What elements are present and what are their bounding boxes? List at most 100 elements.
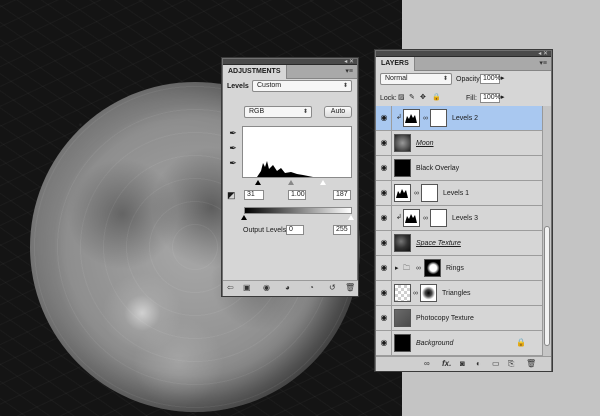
adjustments-tab-bar: ADJUSTMENTS ▾≡: [223, 65, 357, 79]
expand-view-icon[interactable]: ▣: [243, 283, 251, 293]
fill-arrow-icon[interactable]: ▸: [501, 93, 505, 102]
input-white-slider[interactable]: [320, 180, 326, 185]
tab-adjustments[interactable]: ADJUSTMENTS: [223, 65, 287, 79]
layer-name: Space Texture: [416, 240, 461, 247]
visibility-column: ◉: [376, 106, 392, 131]
layer-row-rings-group[interactable]: ◉ ▸ 🗀 ∞ Rings: [376, 256, 542, 281]
layer-name: Levels 1: [443, 190, 470, 197]
adjustment-type-label: Levels: [227, 83, 249, 90]
new-adjustment-icon[interactable]: ◐: [476, 359, 481, 369]
mask-thumbnail: [430, 109, 447, 127]
eye-icon[interactable]: ◉: [378, 338, 390, 348]
clip-arrow-icon: ↲: [396, 214, 402, 221]
histogram-graph: [257, 161, 313, 177]
input-black-field[interactable]: 31: [244, 190, 264, 200]
gray-eyedropper-icon[interactable]: ✒: [228, 142, 238, 154]
preset-dropdown[interactable]: Custom ⬍: [252, 80, 352, 92]
visibility-column: ◉: [376, 306, 392, 331]
visibility-eye-icon[interactable]: ◕: [285, 283, 290, 293]
input-gamma-slider[interactable]: [288, 180, 294, 185]
layer-row-space-texture[interactable]: ◉ Space Texture: [376, 231, 542, 256]
layer-row-background[interactable]: ◉ Background 🔒: [376, 331, 542, 356]
visibility-column: ◉: [376, 331, 392, 356]
auto-button[interactable]: Auto: [324, 106, 352, 118]
layer-row-moon[interactable]: ◉ Moon: [376, 131, 542, 156]
layer-row-levels-1[interactable]: ◉ ∞ Levels 1: [376, 181, 542, 206]
back-arrow-icon[interactable]: ⇦: [227, 283, 234, 293]
layer-name: Triangles: [442, 290, 471, 297]
layer-row-black-overlay[interactable]: ◉ Black Overlay: [376, 156, 542, 181]
layer-thumbnail: [394, 284, 411, 302]
chevron-updown-icon: ⬍: [442, 76, 448, 82]
lock-label: Lock:: [380, 95, 397, 102]
trash-icon[interactable]: 🗑: [345, 283, 355, 293]
layers-scrollbar[interactable]: [542, 106, 551, 356]
layer-row-triangles[interactable]: ◉ ∞ Triangles: [376, 281, 542, 306]
layer-row-levels-2[interactable]: ◉ ↲ ∞ Levels 2: [376, 106, 542, 131]
visibility-column: ◉: [376, 181, 392, 206]
eye-icon[interactable]: ◉: [378, 313, 390, 323]
output-white-field[interactable]: 255: [333, 225, 351, 235]
input-white-field[interactable]: 187: [333, 190, 351, 200]
clipping-icon[interactable]: ◩: [227, 191, 236, 200]
output-levels-label: Output Levels:: [243, 227, 289, 234]
black-eyedropper-icon[interactable]: ✒: [228, 127, 238, 139]
eye-icon[interactable]: ◉: [378, 188, 390, 198]
channel-value: RGB: [249, 108, 265, 115]
view-previous-icon[interactable]: ◔: [309, 283, 314, 293]
lock-icon: 🔒: [516, 338, 526, 347]
lock-transparent-icon[interactable]: ▨: [398, 93, 405, 102]
adjustments-footer: ⇦ ▣ ◉ ◕ ◔ ↺ 🗑: [223, 280, 358, 296]
layers-list: ◉ ↲ ∞ Levels 2 ◉ Moon ◉ Black Overlay ◉ …: [376, 106, 542, 356]
layer-name: Levels 3: [452, 215, 479, 222]
panel-menu-icon[interactable]: ▾≡: [539, 60, 547, 68]
layer-row-photocopy-texture[interactable]: ◉ Photocopy Texture: [376, 306, 542, 331]
link-icon: ∞: [423, 215, 428, 222]
eye-icon[interactable]: ◉: [378, 213, 390, 223]
adjustment-thumbnail: [394, 184, 411, 202]
lock-paint-icon[interactable]: ✎: [409, 93, 415, 102]
layer-style-icon[interactable]: fx.: [442, 359, 451, 369]
link-icon: ∞: [414, 190, 419, 197]
link-layers-icon[interactable]: ∞: [424, 359, 430, 369]
opacity-arrow-icon[interactable]: ▸: [501, 74, 505, 83]
panel-menu-icon[interactable]: ▾≡: [345, 68, 353, 76]
levels-icon: [405, 114, 417, 123]
layer-name: Background: [416, 340, 454, 347]
new-layer-icon[interactable]: ⎘: [508, 359, 514, 369]
expand-arrow-icon[interactable]: ▸: [395, 264, 399, 273]
eye-icon[interactable]: ◉: [378, 238, 390, 248]
scrollbar-thumb[interactable]: [544, 226, 550, 346]
eye-icon[interactable]: ◉: [378, 113, 390, 123]
visibility-column: ◉: [376, 231, 392, 256]
mask-thumbnail: [420, 284, 437, 302]
visibility-column: ◉: [376, 131, 392, 156]
input-gamma-field[interactable]: 1.00: [288, 190, 306, 200]
fill-label: Fill:: [466, 95, 477, 102]
tab-layers[interactable]: LAYERS: [376, 57, 415, 71]
folder-icon: 🗀: [403, 265, 410, 272]
mask-thumbnail: [424, 259, 441, 277]
layer-row-levels-3[interactable]: ◉ ↲ ∞ Levels 3: [376, 206, 542, 231]
eye-icon[interactable]: ◉: [378, 138, 390, 148]
lock-all-icon[interactable]: 🔒: [432, 93, 441, 102]
reset-icon[interactable]: ↺: [329, 283, 336, 293]
layer-name: Levels 2: [452, 115, 479, 122]
eye-icon[interactable]: ◉: [378, 163, 390, 173]
blend-mode-dropdown[interactable]: Normal ⬍: [380, 73, 452, 85]
eye-icon[interactable]: ◉: [378, 288, 390, 298]
output-black-field[interactable]: 0: [286, 225, 304, 235]
trash-icon[interactable]: 🗑: [526, 359, 536, 369]
fill-field[interactable]: 100%: [480, 93, 501, 103]
clip-to-layer-icon[interactable]: ◉: [263, 283, 270, 293]
add-mask-icon[interactable]: ◙: [460, 359, 465, 369]
output-black-slider[interactable]: [241, 215, 247, 220]
white-eyedropper-icon[interactable]: ✒: [228, 157, 238, 169]
eye-icon[interactable]: ◉: [378, 263, 390, 273]
channel-dropdown[interactable]: RGB ⬍: [244, 106, 312, 118]
input-black-slider[interactable]: [255, 180, 261, 185]
opacity-field[interactable]: 100%: [480, 74, 501, 84]
lock-position-icon[interactable]: ✥: [420, 93, 426, 102]
output-white-slider[interactable]: [348, 215, 354, 220]
new-group-icon[interactable]: ▭: [492, 359, 500, 369]
